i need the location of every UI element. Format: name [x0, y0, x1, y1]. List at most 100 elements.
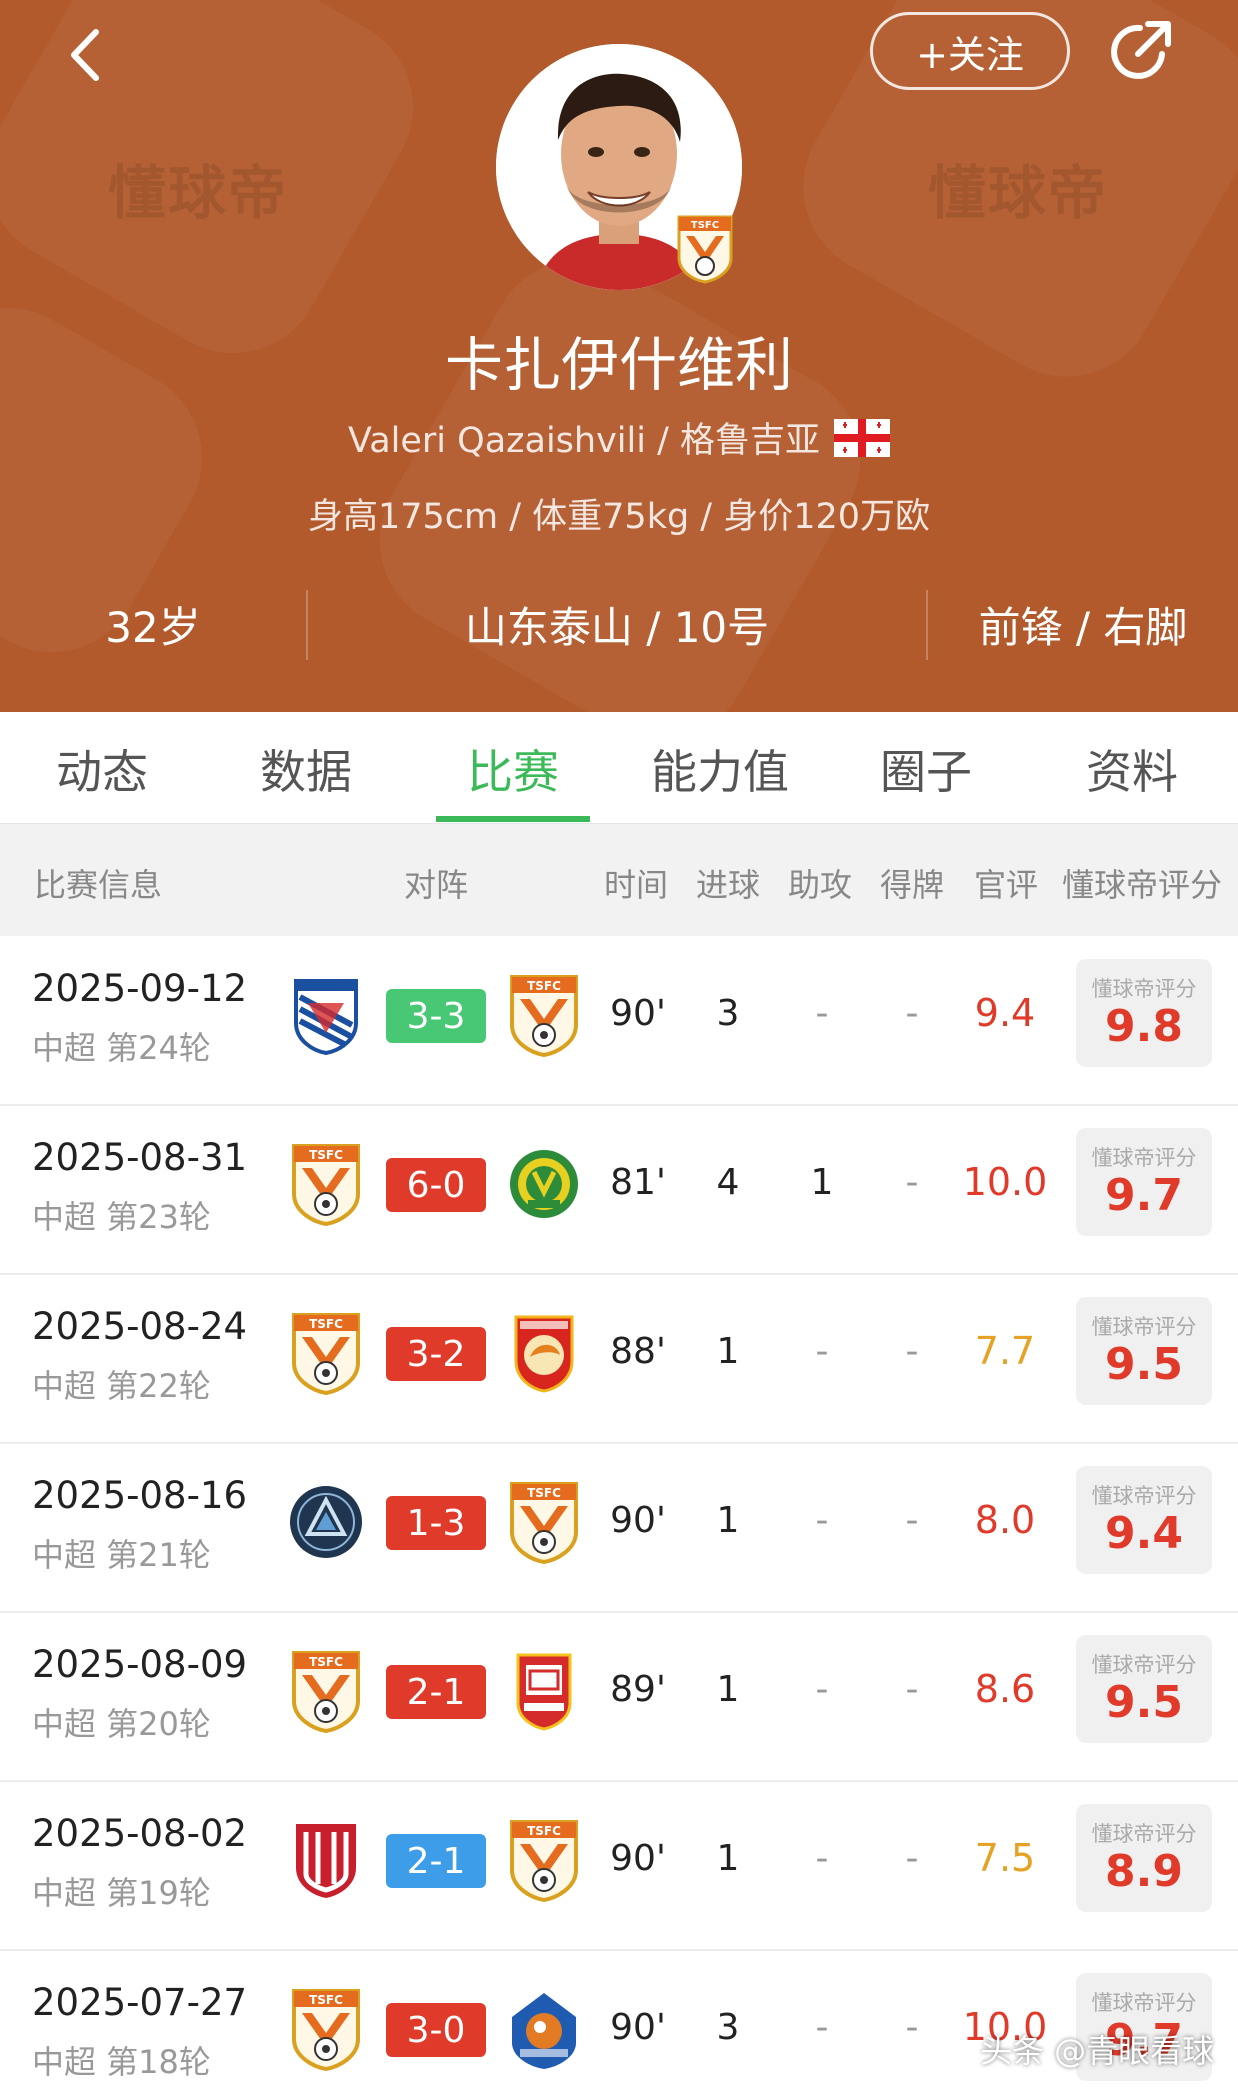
dq-rating-badge[interactable]: 懂球帝评分 9.4 — [1076, 1466, 1212, 1574]
tab-profile[interactable]: 资料 — [1032, 736, 1232, 802]
away-team-logo — [506, 1987, 582, 2071]
tab-ability[interactable]: 能力值 — [620, 736, 820, 802]
col-time: 时间 — [604, 866, 669, 904]
match-date: 2025-08-02 — [32, 1812, 248, 1855]
dq-rating-badge[interactable]: 懂球帝评分 9.8 — [1076, 959, 1212, 1067]
active-tab-indicator — [436, 816, 590, 822]
tab-circle[interactable]: 圈子 — [826, 736, 1026, 802]
dq-rating-value: 9.8 — [1105, 1001, 1183, 1052]
match-round: 中超 第23轮 — [32, 1198, 211, 1236]
georgia-flag-icon — [834, 418, 891, 457]
official-rating: 9.4 — [974, 991, 1036, 1035]
away-team-logo — [506, 1311, 582, 1395]
cards-value: - — [905, 993, 919, 1034]
match-date: 2025-07-27 — [32, 1981, 248, 2024]
match-round: 中超 第21轮 — [32, 1536, 211, 1574]
official-rating: 8.0 — [974, 1498, 1036, 1542]
player-name: 卡扎伊什维利 — [444, 331, 793, 399]
svg-text:TSFC: TSFC — [309, 1317, 343, 1331]
goals-value: 3 — [716, 2007, 740, 2048]
svg-text:TSFC: TSFC — [309, 1148, 343, 1162]
dq-rating-badge[interactable]: 懂球帝评分 9.5 — [1076, 1297, 1212, 1405]
svg-text:TSFC: TSFC — [527, 1486, 561, 1500]
match-date: 2025-09-12 — [32, 967, 248, 1010]
match-date: 2025-08-16 — [32, 1474, 248, 1517]
match-date: 2025-08-09 — [32, 1643, 248, 1686]
dq-rating-value: 8.9 — [1105, 1846, 1183, 1897]
player-header: 懂球帝 懂球帝 +关注 TSFC 卡扎伊什维利 Valeri Qazaishvi… — [0, 0, 1238, 712]
dq-rating-badge[interactable]: 懂球帝评分 9.5 — [1076, 1635, 1212, 1743]
goals-value: 3 — [716, 993, 740, 1034]
assists-value: 1 — [810, 1162, 834, 1203]
player-subtitle: Valeri Qazaishvili / 格鲁吉亚 — [0, 412, 1238, 463]
official-rating: 10.0 — [962, 1160, 1048, 1204]
dq-rating-label: 懂球帝评分 — [1091, 1146, 1197, 1170]
home-team-logo: TSFC — [288, 1987, 364, 2072]
dq-rating-label: 懂球帝评分 — [1091, 1991, 1197, 2015]
dq-rating-label: 懂球帝评分 — [1091, 1315, 1197, 1339]
dq-rating-value: 9.7 — [1105, 1170, 1183, 1221]
club-badge-icon: TSFC — [676, 214, 734, 284]
match-score: 6-0 — [386, 1158, 486, 1212]
match-round: 中超 第20轮 — [32, 1705, 211, 1743]
player-age: 32岁 — [105, 602, 201, 652]
match-row[interactable]: 2025-08-09 中超 第20轮 TSFC 2-1 89' 1 - - 8.6 懂球帝评分 9.… — [0, 1613, 1238, 1782]
player-body-info: 身高175cm / 体重75kg / 身价120万欧 — [307, 497, 931, 537]
official-rating: 7.5 — [974, 1836, 1036, 1880]
goals-value: 1 — [716, 1331, 740, 1372]
minutes-played: 90' — [610, 1838, 666, 1879]
tab-dynamics[interactable]: 动态 — [2, 736, 202, 802]
assists-value: - — [815, 1669, 829, 1710]
match-row[interactable]: 2025-08-02 中超 第19轮 2-1 TSFC 90' 1 - - 7.5 懂球帝评分 8.… — [0, 1782, 1238, 1951]
follow-button[interactable]: +关注 — [870, 12, 1070, 90]
match-score: 2-1 — [386, 1665, 486, 1719]
cards-value: - — [905, 1500, 919, 1541]
col-goals: 进球 — [696, 866, 761, 904]
goals-value: 1 — [716, 1500, 740, 1541]
match-date: 2025-08-24 — [32, 1305, 248, 1348]
match-row[interactable]: 2025-08-31 中超 第23轮 TSFC 6-0 81' 4 1 - 10.0 懂球帝评分 9… — [0, 1106, 1238, 1275]
minutes-played: 81' — [610, 1162, 666, 1203]
col-assists: 助攻 — [788, 866, 853, 904]
watermark-left: 懂球帝 — [108, 159, 289, 227]
svg-text:TSFC: TSFC — [691, 220, 719, 231]
dq-rating-badge[interactable]: 懂球帝评分 9.7 — [1076, 1128, 1212, 1236]
dq-rating-badge[interactable]: 懂球帝评分 8.9 — [1076, 1804, 1212, 1912]
col-cards: 得牌 — [880, 866, 945, 904]
source-watermark: 头条 @青眼看球 — [980, 2032, 1215, 2070]
away-team-logo — [506, 1649, 582, 1733]
svg-text:TSFC: TSFC — [309, 1993, 343, 2007]
assists-value: - — [815, 1500, 829, 1541]
share-button[interactable] — [1104, 16, 1176, 88]
match-row[interactable]: 2025-08-24 中超 第22轮 TSFC 3-2 88' 1 - - 7.7 懂球帝评分 9.… — [0, 1275, 1238, 1444]
col-official-rating: 官评 — [974, 866, 1039, 904]
cards-value: - — [905, 1838, 919, 1879]
player-club-number: 山东泰山 / 10号 — [464, 602, 770, 652]
assists-value: - — [815, 1331, 829, 1372]
cards-value: - — [905, 1331, 919, 1372]
dq-rating-value: 9.5 — [1105, 1339, 1183, 1390]
col-matchup: 对阵 — [404, 866, 469, 904]
match-date: 2025-08-31 — [32, 1136, 248, 1179]
english-name-country: Valeri Qazaishvili / 格鲁吉亚 — [347, 421, 821, 461]
minutes-played: 90' — [610, 1500, 666, 1541]
assists-value: - — [815, 1838, 829, 1879]
match-round: 中超 第18轮 — [32, 2043, 211, 2081]
tab-data[interactable]: 数据 — [206, 736, 406, 802]
match-round: 中超 第22轮 — [32, 1367, 211, 1405]
match-round: 中超 第19轮 — [32, 1874, 211, 1912]
tab-matches[interactable]: 比赛 — [413, 736, 613, 802]
svg-text:TSFC: TSFC — [527, 979, 561, 993]
home-team-logo — [288, 973, 364, 1057]
match-score: 2-1 — [386, 1834, 486, 1888]
back-button[interactable] — [58, 20, 118, 90]
match-row[interactable]: 2025-09-12 中超 第24轮 3-3 TSFC 90' 3 - - 9.4 懂球帝评分 9.… — [0, 937, 1238, 1106]
match-row[interactable]: 2025-08-16 中超 第21轮 1-3 TSFC 90' 1 - - 8.0 懂球帝评分 9.… — [0, 1444, 1238, 1613]
away-team-logo — [506, 1142, 582, 1226]
dq-rating-label: 懂球帝评分 — [1091, 977, 1197, 1001]
goals-value: 1 — [716, 1669, 740, 1710]
away-team-logo: TSFC — [506, 1480, 582, 1565]
col-match-info: 比赛信息 — [34, 866, 163, 904]
assists-value: - — [815, 993, 829, 1034]
away-team-logo: TSFC — [506, 973, 582, 1058]
